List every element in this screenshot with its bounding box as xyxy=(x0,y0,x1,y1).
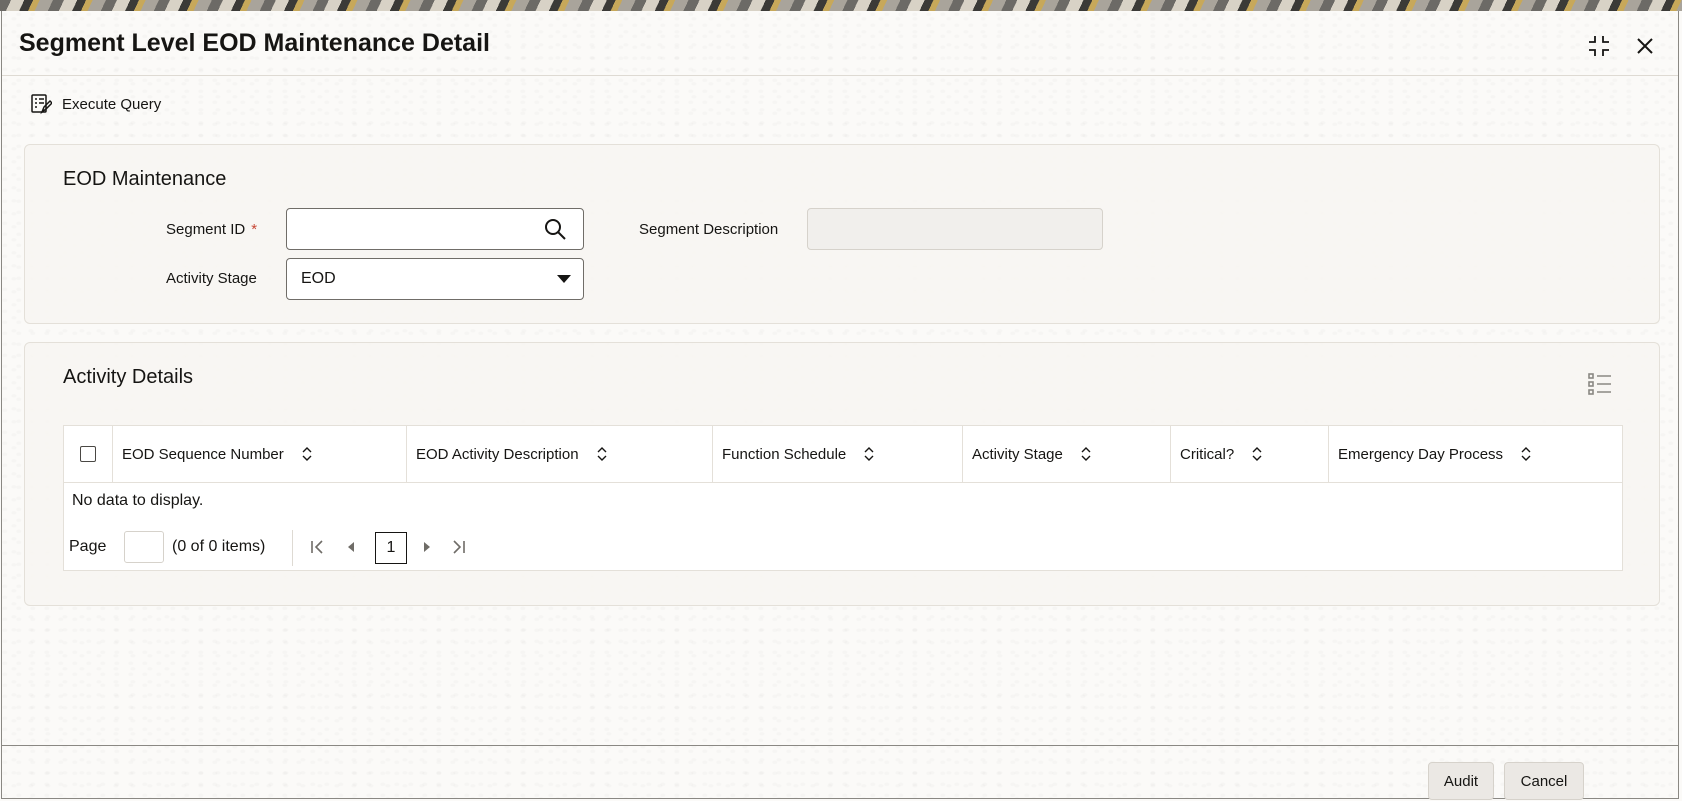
activity-details-panel: Activity Details EOD Sequence Number EOD… xyxy=(24,342,1660,606)
last-page-icon[interactable] xyxy=(448,536,470,558)
sort-icon[interactable] xyxy=(1081,447,1091,461)
table-header: EOD Sequence Number EOD Activity Descrip… xyxy=(64,426,1622,483)
segment-description-label: Segment Description xyxy=(639,221,779,238)
dialog-window: Segment Level EOD Maintenance Detail Exe… xyxy=(1,11,1679,800)
next-page-icon[interactable] xyxy=(416,536,438,558)
audit-button[interactable]: Audit xyxy=(1428,762,1494,800)
column-header-activity-stage[interactable]: Activity Stage xyxy=(962,426,1170,482)
segment-id-label: Segment ID * xyxy=(166,221,258,238)
item-count: (0 of 0 items) xyxy=(172,538,266,555)
required-marker: * xyxy=(251,221,258,238)
current-page-button[interactable]: 1 xyxy=(375,532,407,564)
sort-icon[interactable] xyxy=(1252,447,1262,461)
segment-description-field xyxy=(807,208,1103,250)
caret-down-icon xyxy=(557,273,571,285)
column-header-emergency-day-process[interactable]: Emergency Day Process xyxy=(1328,426,1622,482)
sort-icon[interactable] xyxy=(1521,447,1531,461)
page-number-input[interactable] xyxy=(124,531,164,563)
eod-maintenance-title: EOD Maintenance xyxy=(63,168,227,190)
column-header-function-schedule[interactable]: Function Schedule xyxy=(712,426,962,482)
background-banner xyxy=(0,0,1682,11)
execute-query-button[interactable]: Execute Query xyxy=(30,93,161,115)
column-header-eod-activity-description[interactable]: EOD Activity Description xyxy=(406,426,712,482)
footer-divider xyxy=(2,745,1678,746)
page-title: Segment Level EOD Maintenance Detail xyxy=(19,29,490,57)
sort-icon[interactable] xyxy=(302,447,312,461)
activity-details-title: Activity Details xyxy=(63,366,194,388)
page-label: Page xyxy=(69,538,107,555)
pagination: Page (0 of 0 items) 1 xyxy=(64,530,1622,566)
search-icon[interactable] xyxy=(540,214,570,244)
execute-query-label: Execute Query xyxy=(62,95,162,113)
first-page-icon[interactable] xyxy=(306,536,328,558)
window-controls xyxy=(1586,33,1658,59)
eod-maintenance-panel: EOD Maintenance Segment ID * Segment Desc… xyxy=(24,144,1660,324)
select-all-cell xyxy=(64,426,112,482)
title-divider xyxy=(2,75,1678,76)
column-header-critical[interactable]: Critical? xyxy=(1170,426,1328,482)
column-list-icon[interactable] xyxy=(1585,369,1615,399)
activity-stage-value: EOD xyxy=(301,270,336,287)
maximize-icon[interactable] xyxy=(1586,33,1612,59)
previous-page-icon[interactable] xyxy=(340,536,362,558)
select-all-checkbox[interactable] xyxy=(80,446,96,462)
activity-stage-select[interactable]: EOD xyxy=(286,258,584,300)
no-data-message: No data to display. xyxy=(72,492,204,509)
close-icon[interactable] xyxy=(1632,33,1658,59)
column-header-eod-sequence-number[interactable]: EOD Sequence Number xyxy=(112,426,406,482)
sort-icon[interactable] xyxy=(597,447,607,461)
activity-stage-label: Activity Stage xyxy=(166,270,257,287)
query-form-icon xyxy=(31,94,52,115)
cancel-button[interactable]: Cancel xyxy=(1504,762,1584,800)
pager-divider xyxy=(292,530,293,566)
activity-details-table: EOD Sequence Number EOD Activity Descrip… xyxy=(63,425,1623,571)
sort-icon[interactable] xyxy=(864,447,874,461)
